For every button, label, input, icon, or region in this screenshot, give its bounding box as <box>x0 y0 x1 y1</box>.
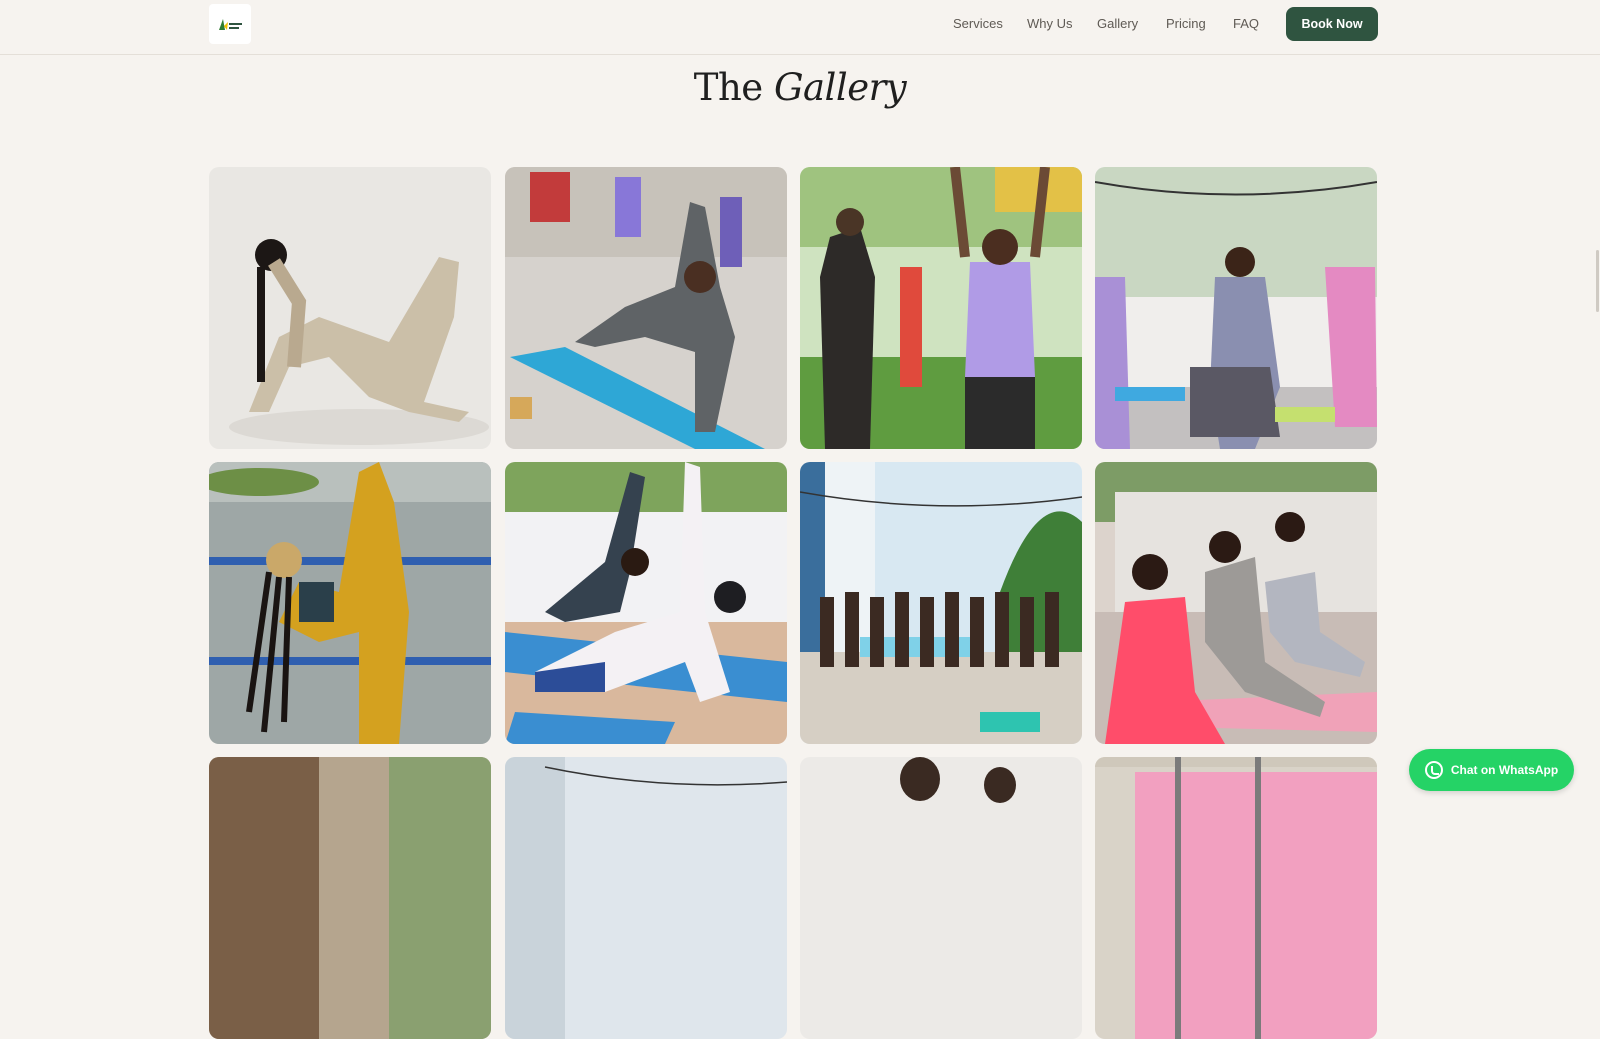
nav-pricing[interactable]: Pricing <box>1166 16 1206 31</box>
book-now-button[interactable]: Book Now <box>1286 7 1378 41</box>
whatsapp-label: Chat on WhatsApp <box>1450 763 1559 777</box>
nav-services[interactable]: Services <box>953 16 1003 31</box>
nav-faq[interactable]: FAQ <box>1233 16 1259 31</box>
gallery-photo-7[interactable] <box>800 462 1082 744</box>
gallery-title: The Gallery <box>0 66 1600 109</box>
nav-gallery[interactable]: Gallery <box>1097 16 1138 31</box>
gallery-photo-8[interactable] <box>1095 462 1377 744</box>
gallery-title-italic: Gallery <box>773 66 907 109</box>
gallery-photo-1[interactable] <box>209 167 491 449</box>
gallery-photo-5[interactable] <box>209 462 491 744</box>
gallery-photo-4[interactable] <box>1095 167 1377 449</box>
nav-why-us[interactable]: Why Us <box>1027 16 1073 31</box>
brand-logo[interactable] <box>209 4 251 44</box>
gallery-photo-2[interactable] <box>505 167 787 449</box>
gallery-photo-12[interactable] <box>1095 757 1377 1039</box>
gallery-title-plain: The <box>693 66 763 109</box>
gallery-photo-9[interactable] <box>209 757 491 1039</box>
whatsapp-chat-button[interactable]: Chat on WhatsApp <box>1409 749 1574 791</box>
page-scrollbar[interactable] <box>1596 250 1599 312</box>
top-navbar: Services Why Us Gallery Pricing FAQ Book… <box>0 0 1600 55</box>
gallery-photo-10[interactable] <box>505 757 787 1039</box>
gallery-photo-11[interactable] <box>800 757 1082 1039</box>
gallery-photo-3[interactable] <box>800 167 1082 449</box>
whatsapp-icon <box>1424 761 1443 779</box>
gallery-photo-6[interactable] <box>505 462 787 744</box>
